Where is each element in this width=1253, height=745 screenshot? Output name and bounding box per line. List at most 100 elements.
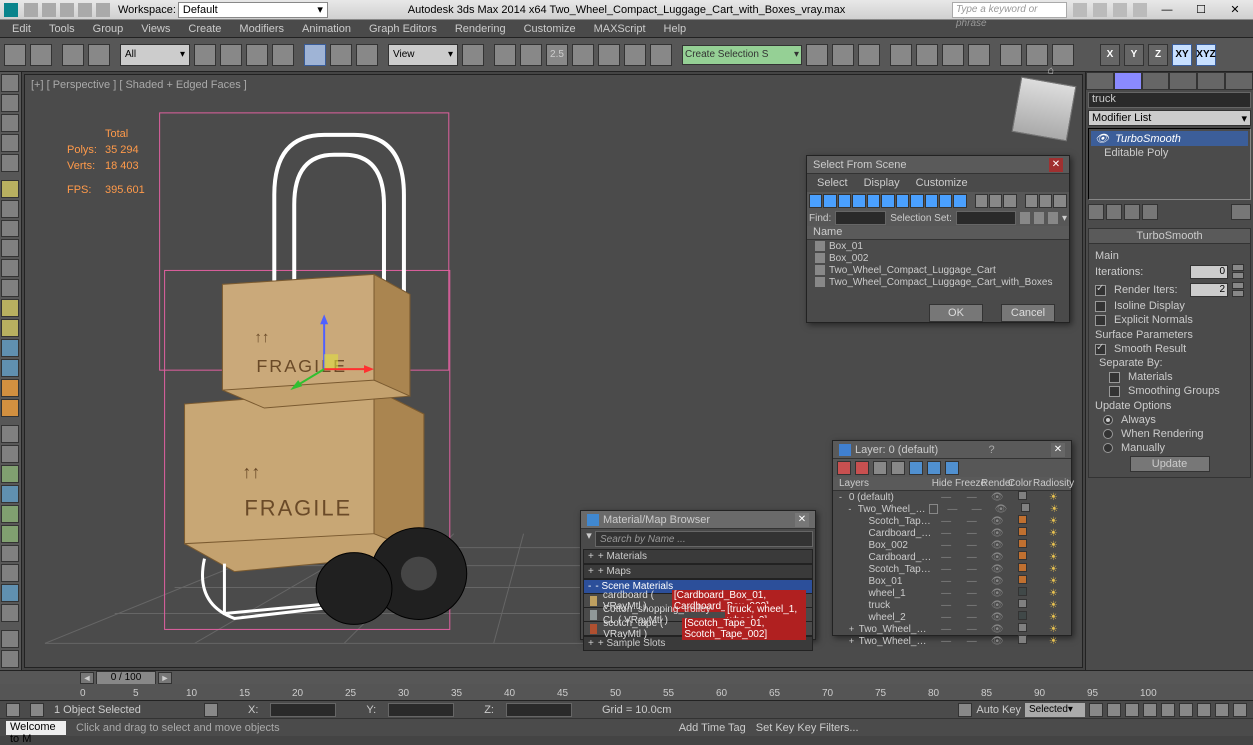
sfs-column-header[interactable]: Name bbox=[807, 226, 1069, 240]
menu-item[interactable]: Tools bbox=[41, 23, 83, 35]
render-frame-button[interactable] bbox=[1026, 44, 1048, 66]
toolbar-icon[interactable] bbox=[1, 279, 19, 297]
update-rendering-radio[interactable] bbox=[1103, 429, 1113, 439]
layer-row[interactable]: truck——👁☀ bbox=[833, 599, 1071, 611]
hierarchy-panel-tab[interactable] bbox=[1142, 72, 1170, 90]
close-icon[interactable]: ✕ bbox=[1049, 158, 1063, 172]
toolbar-icon[interactable] bbox=[1, 604, 19, 622]
align-button[interactable] bbox=[832, 44, 854, 66]
update-button[interactable]: Update bbox=[1130, 456, 1210, 472]
menu-item[interactable]: Help bbox=[656, 23, 695, 35]
toolbar-icon[interactable] bbox=[1, 525, 19, 543]
toolbar-icon[interactable] bbox=[1, 650, 19, 668]
maximize-button[interactable]: ☐ bbox=[1187, 1, 1215, 19]
sfs-tab[interactable]: Display bbox=[864, 177, 900, 189]
spinner-snap-button[interactable] bbox=[624, 44, 646, 66]
qat-btn[interactable] bbox=[42, 3, 56, 17]
update-manually-radio[interactable] bbox=[1103, 443, 1113, 453]
layer-list[interactable]: -0 (default)——👁☀-Two_Wheel_C...t_with——👁… bbox=[833, 491, 1071, 647]
layer-add-icon[interactable] bbox=[873, 461, 887, 475]
menu-item[interactable]: Edit bbox=[4, 23, 39, 35]
filter-groups-icon[interactable] bbox=[896, 194, 909, 208]
schematic-view-button[interactable] bbox=[942, 44, 964, 66]
undo-button[interactable] bbox=[4, 44, 26, 66]
modify-panel-tab[interactable] bbox=[1114, 72, 1142, 90]
layer-new-icon[interactable] bbox=[837, 461, 851, 475]
redo-button[interactable] bbox=[30, 44, 52, 66]
filter-icon[interactable] bbox=[1048, 212, 1058, 224]
toolbar-icon[interactable] bbox=[1, 359, 19, 377]
layer-manager-button[interactable] bbox=[858, 44, 880, 66]
filter-icon[interactable] bbox=[1003, 194, 1016, 208]
keyfilters-button[interactable]: Key Filters... bbox=[797, 722, 858, 734]
setkey-button[interactable]: Set Key bbox=[756, 722, 795, 734]
menu-item[interactable]: Animation bbox=[294, 23, 359, 35]
filter-cameras-icon[interactable] bbox=[852, 194, 865, 208]
toolbar-icon[interactable] bbox=[1, 220, 19, 238]
toolbar-icon[interactable] bbox=[1, 114, 19, 132]
select-from-scene-dialog[interactable]: Select From Scene ✕ Select Display Custo… bbox=[806, 155, 1070, 323]
help-icon[interactable] bbox=[1133, 3, 1147, 17]
render-iters-spinner[interactable]: 2 bbox=[1190, 283, 1228, 297]
mmb-material-item[interactable]: scotch_tape ( VRayMtl ) [Scotch_Tape_01,… bbox=[583, 622, 813, 636]
command-panel-icon[interactable] bbox=[1, 74, 19, 92]
utilities-panel-tab[interactable] bbox=[1225, 72, 1253, 90]
stack-configure-icon[interactable] bbox=[1231, 204, 1251, 220]
toolbar-icon[interactable] bbox=[1, 154, 19, 172]
smooth-result-check[interactable] bbox=[1095, 344, 1106, 355]
stack-pin-icon[interactable] bbox=[1088, 204, 1104, 220]
update-always-radio[interactable] bbox=[1103, 415, 1113, 425]
object-name-field[interactable]: truck bbox=[1088, 92, 1251, 108]
toolbar-icon[interactable] bbox=[1, 180, 19, 198]
toolbar-icon[interactable] bbox=[1, 200, 19, 218]
axis-x-button[interactable]: X bbox=[1100, 44, 1120, 66]
toolbar-icon[interactable] bbox=[1, 630, 19, 648]
filter-icon[interactable] bbox=[1034, 212, 1044, 224]
stack-unique-icon[interactable] bbox=[1124, 204, 1140, 220]
layer-row[interactable]: +Two_Wheel_C...t_w——👁☀ bbox=[833, 635, 1071, 647]
prev-frame-icon[interactable]: ◄ bbox=[80, 672, 94, 684]
axis-z-button[interactable]: Z bbox=[1148, 44, 1168, 66]
spinner-arrows[interactable] bbox=[1232, 264, 1244, 280]
axis-y-button[interactable]: Y bbox=[1124, 44, 1144, 66]
toolbar-icon[interactable] bbox=[1, 299, 19, 317]
layer-row[interactable]: -0 (default)——👁☀ bbox=[833, 491, 1071, 503]
ok-button[interactable]: OK bbox=[929, 304, 983, 322]
next-frame-icon[interactable]: ► bbox=[158, 672, 172, 684]
layer-column-headers[interactable]: Layers Hide Freeze Render Color Radiosit… bbox=[833, 477, 1071, 491]
layer-highlight-icon[interactable] bbox=[909, 461, 923, 475]
render-iters-check[interactable] bbox=[1095, 285, 1106, 296]
stack-show-end-icon[interactable] bbox=[1106, 204, 1122, 220]
time-ruler[interactable]: 0510152025303540455055606570758085909510… bbox=[0, 684, 1253, 700]
qat-btn[interactable] bbox=[24, 3, 38, 17]
filter-geometry-icon[interactable] bbox=[809, 194, 822, 208]
mmb-group-header[interactable]: ++ Materials bbox=[583, 549, 813, 564]
filter-helpers-icon[interactable] bbox=[867, 194, 880, 208]
sep-smg-check[interactable] bbox=[1109, 386, 1120, 397]
layer-row[interactable]: wheel_2——👁☀ bbox=[833, 611, 1071, 623]
maxscript-listener[interactable]: Welcome to M bbox=[6, 721, 66, 735]
modifier-stack[interactable]: 👁 TurboSmooth Editable Poly bbox=[1088, 128, 1251, 200]
toolbar-icon[interactable] bbox=[1, 505, 19, 523]
filter-icon[interactable] bbox=[1020, 212, 1030, 224]
layer-freeze-icon[interactable] bbox=[945, 461, 959, 475]
select-object-button[interactable] bbox=[194, 44, 216, 66]
time-slider[interactable]: ◄ 0 / 100 ► bbox=[0, 670, 1253, 684]
filter-icon[interactable] bbox=[1053, 194, 1066, 208]
spinner-arrows[interactable] bbox=[1232, 282, 1244, 298]
chevron-down-icon[interactable]: ▾ bbox=[583, 529, 595, 549]
toolbar-icon[interactable] bbox=[1, 259, 19, 277]
material-editor-button[interactable] bbox=[968, 44, 990, 66]
select-manipulate-button[interactable] bbox=[494, 44, 516, 66]
menu-item[interactable]: MAXScript bbox=[586, 23, 654, 35]
filter-icon[interactable] bbox=[953, 194, 966, 208]
material-map-browser-dialog[interactable]: Material/Map Browser ✕ ▾ Search by Name … bbox=[580, 510, 816, 640]
menu-item[interactable]: Graph Editors bbox=[361, 23, 445, 35]
layer-row[interactable]: Box_002——👁☀ bbox=[833, 539, 1071, 551]
toolbar-icon[interactable] bbox=[1, 319, 19, 337]
motion-panel-tab[interactable] bbox=[1169, 72, 1197, 90]
keyboard-shortcut-toggle[interactable] bbox=[520, 44, 542, 66]
search-icon[interactable] bbox=[1073, 3, 1087, 17]
sfs-list-item[interactable]: Two_Wheel_Compact_Luggage_Cart_with_Boxe… bbox=[807, 276, 1069, 288]
sfs-list-item[interactable]: Two_Wheel_Compact_Luggage_Cart bbox=[807, 264, 1069, 276]
